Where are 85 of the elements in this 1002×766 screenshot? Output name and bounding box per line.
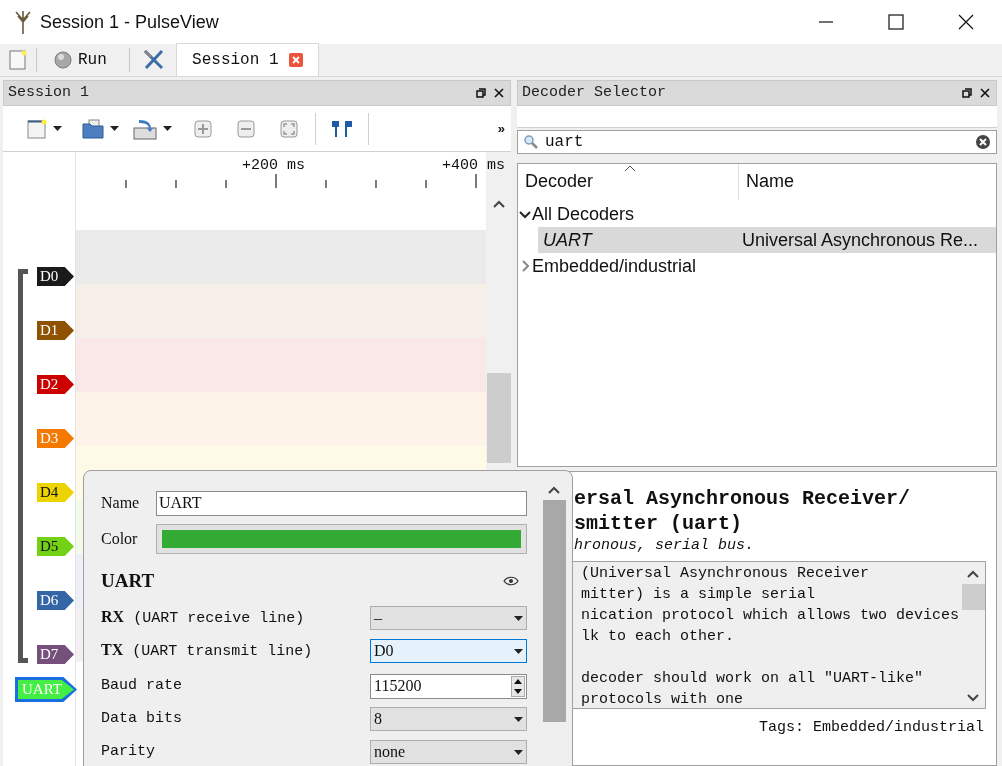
- tree-group-row[interactable]: All Decoders: [518, 201, 996, 227]
- scroll-thumb[interactable]: [961, 584, 985, 610]
- scroll-thumb[interactable]: [486, 373, 511, 463]
- scroll-thumb[interactable]: [542, 500, 566, 722]
- description-line: protocols with one: [581, 690, 745, 708]
- zoom-out-icon[interactable]: [237, 119, 255, 138]
- select-field[interactable]: –: [370, 606, 527, 630]
- app-icon: [12, 10, 34, 34]
- channel-option-label: TX (UART transmit line): [101, 640, 314, 663]
- option-label: Parity: [101, 741, 156, 762]
- scroll-up-icon[interactable]: [492, 200, 505, 208]
- description-line: lk to each other.: [581, 627, 736, 647]
- color-button[interactable]: [156, 524, 527, 554]
- description-title: ersal Asynchronous Receiver/: [574, 486, 912, 511]
- description-subtitle: hronous, serial bus.: [574, 536, 756, 556]
- channel-option-label: RX (UART receive line): [101, 607, 306, 630]
- dock-title: Session 1: [8, 82, 90, 103]
- float-icon[interactable]: [962, 88, 972, 98]
- scroll-up-icon[interactable]: [548, 486, 560, 494]
- description-title: smitter (uart): [574, 511, 744, 536]
- decoder-heading: UART: [101, 568, 156, 593]
- option-label: Baud rate: [101, 675, 183, 696]
- description-line: (Universal Asynchronous Receiver: [581, 564, 871, 584]
- select-field[interactable]: 8: [370, 707, 527, 731]
- search-field[interactable]: uart: [517, 130, 997, 154]
- decoder-id: UART: [542, 228, 594, 252]
- channel-label[interactable]: D1: [37, 321, 74, 340]
- dock-title: Decoder Selector: [522, 82, 668, 103]
- description-line: decoder should work on all "UART-like": [581, 669, 925, 689]
- select-field[interactable]: none: [370, 740, 527, 764]
- ruler-label: +200 ms: [242, 156, 305, 176]
- group-label: Embedded/industrial: [532, 254, 697, 278]
- eye-icon[interactable]: [503, 576, 519, 586]
- search-icon: [524, 135, 538, 149]
- folder-icon[interactable]: [82, 118, 104, 139]
- new-file-icon[interactable]: [27, 118, 47, 139]
- description-line: nication protocol which allows two devices: [581, 606, 961, 626]
- zoom-in-icon[interactable]: [194, 119, 212, 138]
- channel-label[interactable]: D7: [37, 645, 74, 664]
- scroll-down-icon[interactable]: [967, 694, 979, 702]
- decoder-row[interactable]: UART Universal Asynchronous Re...: [538, 227, 996, 253]
- close-icon[interactable]: [980, 88, 990, 98]
- tree-group-row[interactable]: Embedded/industrial: [518, 253, 996, 279]
- select-field[interactable]: D0: [370, 639, 527, 663]
- channel-label[interactable]: D2: [37, 375, 74, 394]
- group-label: All Decoders: [532, 202, 635, 226]
- tab-close-icon[interactable]: [288, 53, 303, 67]
- column-header[interactable]: Name: [739, 164, 996, 200]
- spin-arrows-icon[interactable]: [511, 675, 525, 697]
- cursor-markers-icon[interactable]: [330, 118, 354, 139]
- float-icon[interactable]: [476, 88, 486, 98]
- window-title: Session 1 - PulseView: [40, 10, 220, 34]
- dropdown-arrow-icon: [514, 648, 523, 654]
- session-tab[interactable]: Session 1: [175, 43, 319, 76]
- zoom-fit-icon[interactable]: [280, 119, 298, 138]
- run-button[interactable]: Run: [54, 48, 107, 72]
- option-label: Data bits: [101, 708, 183, 729]
- dropdown-arrow-icon: [110, 126, 119, 131]
- field-label: Name: [101, 493, 141, 513]
- dropdown-arrow-icon: [514, 615, 523, 621]
- dropdown-arrow-icon: [514, 749, 523, 755]
- close-icon[interactable]: [494, 88, 504, 98]
- dropdown-arrow-icon: [163, 126, 172, 131]
- tags-label: Tags: Embedded/industrial: [758, 718, 984, 738]
- dropdown-arrow-icon: [53, 126, 62, 131]
- circle-icon: [54, 51, 72, 69]
- channel-label[interactable]: D0: [37, 267, 74, 286]
- ruler-label: +400 ms: [442, 156, 505, 176]
- column-header[interactable]: Decoder: [518, 164, 739, 200]
- spin-field[interactable]: 115200: [370, 673, 527, 699]
- overflow-menu[interactable]: »: [497, 118, 505, 139]
- close-icon[interactable]: [958, 14, 974, 30]
- scroll-up-icon[interactable]: [967, 570, 979, 578]
- name-field[interactable]: UART: [156, 490, 527, 516]
- decoder-name: Universal Asynchronous Re...: [741, 228, 979, 252]
- field-label: Color: [101, 529, 139, 549]
- dropdown-arrow-icon: [514, 716, 523, 722]
- channel-label[interactable]: D5: [37, 537, 74, 556]
- channel-label[interactable]: D4: [37, 483, 74, 502]
- tools-icon[interactable]: [141, 49, 166, 71]
- description-line: mitter) is a simple serial: [581, 585, 817, 605]
- save-icon[interactable]: [133, 117, 157, 140]
- channel-label[interactable]: D6: [37, 591, 74, 610]
- clear-icon[interactable]: [976, 135, 990, 149]
- maximize-icon[interactable]: [888, 14, 904, 30]
